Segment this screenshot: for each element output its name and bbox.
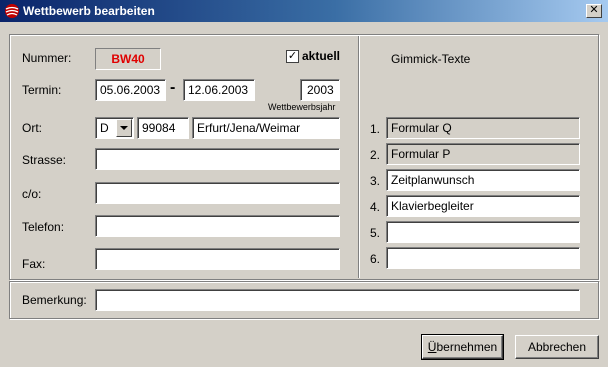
app-logo-icon <box>5 4 19 18</box>
gimmick-text-6[interactable] <box>386 247 580 269</box>
apply-button[interactable]: Übernehmen <box>421 334 504 360</box>
gimmick-number: 5. <box>370 226 381 240</box>
checkmark-icon: ✓ <box>287 50 298 62</box>
window-title: Wettbewerb bearbeiten <box>23 4 155 18</box>
gimmick-number: 4. <box>370 200 381 214</box>
strasse-label: Strasse: <box>22 153 67 167</box>
gimmick-number: 3. <box>370 174 381 188</box>
close-icon: ✕ <box>589 4 599 16</box>
gimmick-title: Gimmick-Texte <box>391 52 471 66</box>
apply-button-label: bernehmen <box>436 340 498 354</box>
gimmick-number: 2. <box>370 148 381 162</box>
chevron-down-icon[interactable] <box>116 119 132 137</box>
termin-label: Termin: <box>22 83 62 97</box>
remark-label: Bemerkung: <box>22 293 87 307</box>
ort-label: Ort: <box>22 121 42 135</box>
fax-label: Fax: <box>22 257 46 271</box>
remark-input[interactable] <box>95 289 580 311</box>
aktuell-label: aktuell <box>302 49 341 63</box>
country-value: D <box>100 121 109 135</box>
competition-year-input[interactable]: 2003 <box>300 79 340 101</box>
city-input[interactable]: Erfurt/Jena/Weimar <box>192 117 340 139</box>
date-to-input[interactable]: 12.06.2003 <box>183 79 255 101</box>
gimmick-text-1: Formular Q <box>386 117 580 139</box>
street-input[interactable] <box>95 148 340 170</box>
date-range-separator: - <box>170 79 176 96</box>
title-bar[interactable]: Wettbewerb bearbeiten ✕ <box>0 0 608 22</box>
close-button[interactable]: ✕ <box>586 4 602 18</box>
postal-code-input[interactable]: 99084 <box>137 117 189 139</box>
gimmick-text-3[interactable]: Zeitplanwunsch <box>386 169 580 191</box>
nummer-value: BW40 <box>95 48 161 70</box>
competition-year-caption: Wettbewerbsjahr <box>268 102 336 112</box>
care-of-input[interactable] <box>95 182 340 204</box>
gimmick-text-5[interactable] <box>386 221 580 243</box>
phone-input[interactable] <box>95 215 340 237</box>
co-label: c/o: <box>22 187 42 201</box>
gimmick-text-4[interactable]: Klavierbegleiter <box>386 195 580 217</box>
gimmick-text-2: Formular P <box>386 143 580 165</box>
nummer-label: Nummer: <box>22 51 72 65</box>
telefon-label: Telefon: <box>22 220 65 234</box>
aktuell-checkbox[interactable]: ✓ <box>286 50 299 63</box>
fax-input[interactable] <box>95 248 340 270</box>
date-from-input[interactable]: 05.06.2003 <box>95 79 166 101</box>
cancel-button[interactable]: Abbrechen <box>515 335 599 359</box>
column-divider <box>358 36 360 278</box>
gimmick-number: 1. <box>370 122 381 136</box>
gimmick-number: 6. <box>370 252 381 266</box>
